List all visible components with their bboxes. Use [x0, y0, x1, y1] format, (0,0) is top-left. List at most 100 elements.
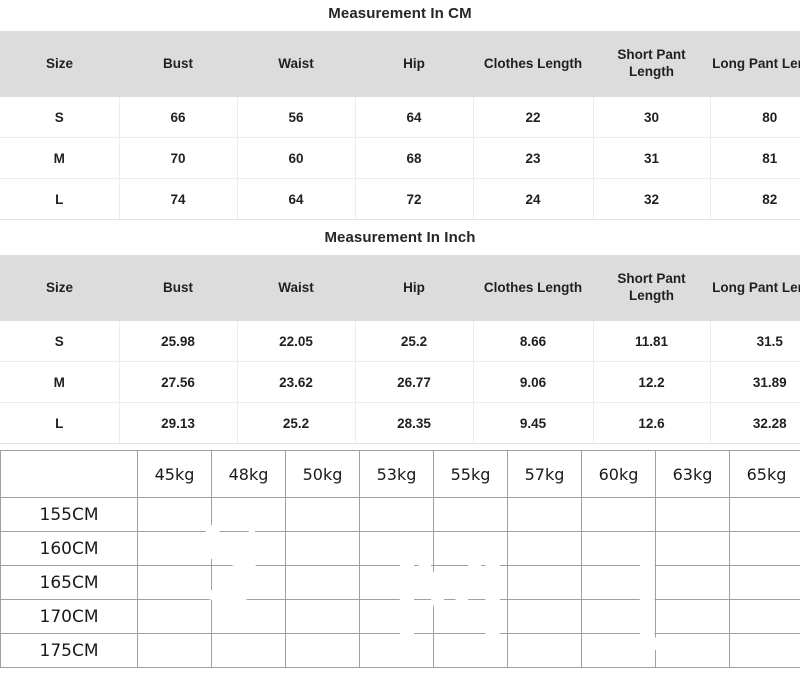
grid-cell [434, 532, 508, 566]
cell-clothes-length: 23 [473, 138, 593, 179]
cell-size: L [0, 179, 119, 220]
measurement-cm-table: Size Bust Waist Hip Clothes Length Short… [0, 31, 800, 220]
grid-cell [730, 600, 800, 634]
cell-long-pant-length: 81 [710, 138, 800, 179]
cell-short-pant-length: 12.2 [593, 362, 710, 403]
grid-header-row: 45kg 48kg 50kg 53kg 55kg 57kg 60kg 63kg … [1, 451, 800, 498]
cell-hip: 64 [355, 97, 473, 138]
grid-cell [508, 498, 582, 532]
column-header-waist: Waist [237, 255, 355, 321]
grid-cell [360, 566, 434, 600]
cell-bust: 25.98 [119, 321, 237, 362]
height-label-165cm: 165CM [1, 566, 138, 600]
cell-clothes-length: 24 [473, 179, 593, 220]
grid-cell [360, 498, 434, 532]
grid-cell [138, 566, 212, 600]
grid-cell [212, 634, 286, 668]
measurement-inch-table: Size Bust Waist Hip Clothes Length Short… [0, 255, 800, 444]
grid-cell [508, 600, 582, 634]
grid-cell [582, 634, 656, 668]
column-header-size: Size [0, 31, 119, 97]
grid-cell [730, 498, 800, 532]
cell-clothes-length: 8.66 [473, 321, 593, 362]
cell-waist: 64 [237, 179, 355, 220]
weight-header-63kg: 63kg [656, 451, 730, 498]
cell-size: M [0, 362, 119, 403]
column-header-clothes-length: Clothes Length [473, 31, 593, 97]
grid-cell [434, 566, 508, 600]
grid-row: 155CM [1, 498, 800, 532]
cell-clothes-length: 9.06 [473, 362, 593, 403]
grid-cell [360, 600, 434, 634]
cell-size: M [0, 138, 119, 179]
column-header-short-pant-length: Short Pant Length [593, 31, 710, 97]
grid-cell [286, 532, 360, 566]
cell-size: S [0, 97, 119, 138]
column-header-hip: Hip [355, 31, 473, 97]
measurement-cm-title: Measurement In CM [0, 0, 800, 31]
grid-cell [582, 566, 656, 600]
cell-hip: 25.2 [355, 321, 473, 362]
grid-cell [360, 532, 434, 566]
column-header-bust: Bust [119, 255, 237, 321]
cell-long-pant-length: 32.28 [710, 403, 800, 444]
weight-header-60kg: 60kg [582, 451, 656, 498]
weight-header-65kg: 65kg [730, 451, 800, 498]
cell-clothes-length: 9.45 [473, 403, 593, 444]
cell-long-pant-length: 80 [710, 97, 800, 138]
table-row: S 25.98 22.05 25.2 8.66 11.81 31.5 [0, 321, 800, 362]
grid-cell [286, 600, 360, 634]
cell-short-pant-length: 32 [593, 179, 710, 220]
grid-cell [582, 600, 656, 634]
grid-row: 175CM [1, 634, 800, 668]
grid-cell [656, 532, 730, 566]
grid-cell [582, 532, 656, 566]
grid-cell [286, 566, 360, 600]
table-row: M 70 60 68 23 31 81 [0, 138, 800, 179]
table-header-row: Size Bust Waist Hip Clothes Length Short… [0, 31, 800, 97]
cell-waist: 56 [237, 97, 355, 138]
grid-cell [286, 498, 360, 532]
cell-bust: 29.13 [119, 403, 237, 444]
grid-cell [212, 600, 286, 634]
table-header-row: Size Bust Waist Hip Clothes Length Short… [0, 255, 800, 321]
cell-bust: 66 [119, 97, 237, 138]
grid-cell [730, 566, 800, 600]
grid-corner-cell [1, 451, 138, 498]
cell-short-pant-length: 30 [593, 97, 710, 138]
measurement-inch-title: Measurement In Inch [0, 220, 800, 255]
grid-cell [138, 600, 212, 634]
cell-bust: 27.56 [119, 362, 237, 403]
cell-long-pant-length: 82 [710, 179, 800, 220]
weight-header-57kg: 57kg [508, 451, 582, 498]
cell-size: S [0, 321, 119, 362]
grid-cell [730, 634, 800, 668]
weight-header-50kg: 50kg [286, 451, 360, 498]
grid-cell [360, 634, 434, 668]
cell-hip: 28.35 [355, 403, 473, 444]
grid-cell [212, 532, 286, 566]
grid-cell [138, 634, 212, 668]
grid-cell [508, 634, 582, 668]
table-row: M 27.56 23.62 26.77 9.06 12.2 31.89 [0, 362, 800, 403]
cell-short-pant-length: 12.6 [593, 403, 710, 444]
grid-cell [508, 566, 582, 600]
cell-size: L [0, 403, 119, 444]
column-header-size: Size [0, 255, 119, 321]
grid-cell [656, 566, 730, 600]
grid-cell [138, 498, 212, 532]
grid-cell [730, 532, 800, 566]
grid-row: 160CM [1, 532, 800, 566]
grid-row: 170CM [1, 600, 800, 634]
grid-cell [286, 634, 360, 668]
column-header-waist: Waist [237, 31, 355, 97]
grid-cell [582, 498, 656, 532]
column-header-long-pant-length: Long Pant Length [710, 255, 800, 321]
cell-bust: 70 [119, 138, 237, 179]
height-label-175cm: 175CM [1, 634, 138, 668]
cell-clothes-length: 22 [473, 97, 593, 138]
grid-cell [434, 498, 508, 532]
cell-waist: 60 [237, 138, 355, 179]
size-grid-section: 45kg 48kg 50kg 53kg 55kg 57kg 60kg 63kg … [0, 450, 800, 663]
cell-waist: 22.05 [237, 321, 355, 362]
